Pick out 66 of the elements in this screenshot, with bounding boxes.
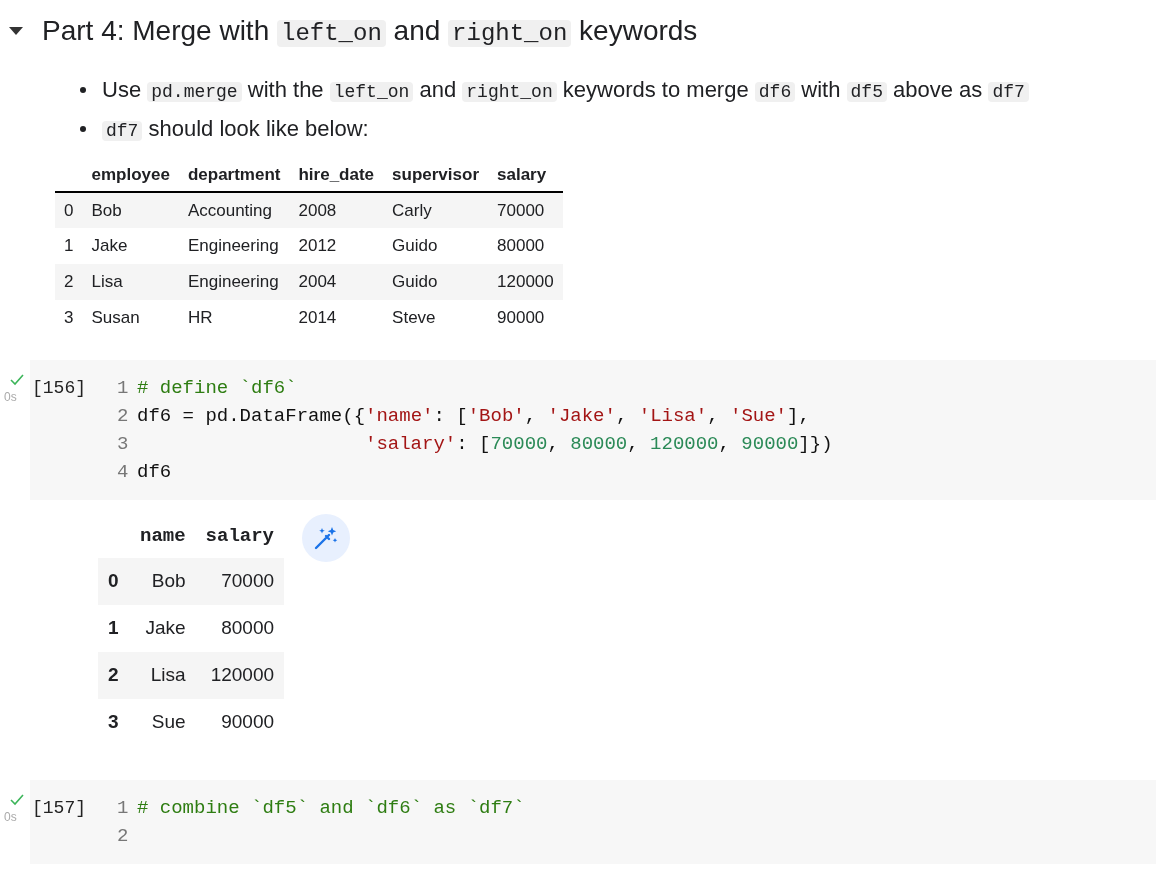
table-cell: Lisa: [150, 664, 186, 686]
column-header: hire_date: [298, 164, 375, 184]
row-index: 0: [64, 200, 74, 220]
section-heading: Part 4: Merge with left_on and right_on keywords: [42, 14, 698, 49]
row-index: 0: [108, 570, 119, 592]
table-cell: Engineering: [187, 236, 279, 256]
table-cell: Steve: [392, 308, 436, 328]
table-cell: Accounting: [187, 200, 273, 220]
code-line: # combine `df5` and `df6` as `df7`: [137, 795, 525, 821]
code-line: df6 = pd.DataFrame({'name': ['Bob', 'Jake', 'Lisa', 'Sue'],: [137, 403, 810, 429]
line-number: 3: [117, 431, 130, 457]
table-cell: Sue: [151, 711, 186, 733]
table-cell: 2004: [298, 272, 337, 292]
column-header: supervisor: [392, 164, 479, 184]
table-cell: Guido: [392, 272, 438, 292]
line-number: 2: [117, 823, 130, 849]
row-index: 2: [64, 272, 74, 292]
row-index: 1: [108, 617, 119, 639]
table-cell: 120000: [210, 664, 275, 686]
table-cell: 2014: [298, 308, 337, 328]
caret-down-icon[interactable]: [8, 26, 24, 36]
table-cell: Bob: [91, 200, 122, 220]
table-cell: Lisa: [91, 272, 123, 292]
row-index: 3: [108, 711, 119, 733]
table-cell: HR: [187, 308, 213, 328]
bullet-text: Use pd.merge with the left_on and right_on keywords to merge df6 with df5 above as df7: [102, 73, 1029, 106]
table-cell: Bob: [151, 570, 186, 592]
column-header: employee: [91, 164, 170, 184]
row-index: 2: [108, 664, 119, 686]
line-number: 1: [117, 795, 130, 821]
table-cell: 80000: [221, 617, 275, 639]
bullet-icon: [80, 86, 86, 93]
column-header: salary: [205, 524, 275, 547]
column-header: salary: [497, 164, 547, 184]
table-cell: 90000: [497, 308, 545, 328]
bullet-text: df7 should look like below:: [102, 112, 369, 145]
magic-wand-icon: [313, 525, 340, 551]
execution-count: [157]: [31, 797, 87, 820]
row-index: 1: [64, 236, 74, 256]
code-line: 'salary': [70000, 80000, 120000, 90000]}): [365, 431, 833, 457]
bullet-icon: [80, 125, 86, 132]
table-cell: Engineering: [187, 272, 279, 292]
table-cell: 70000: [221, 570, 275, 592]
line-number: 4: [117, 459, 130, 485]
table-cell: 120000: [497, 272, 554, 292]
table-cell: Jake: [91, 236, 128, 256]
table-cell: Guido: [392, 236, 438, 256]
table-cell: 2012: [298, 236, 337, 256]
table-cell: 2008: [298, 200, 337, 220]
column-header: name: [140, 524, 186, 547]
table-cell: 80000: [497, 236, 545, 256]
line-number: 2: [117, 403, 130, 429]
row-index: 3: [64, 308, 74, 328]
column-header: department: [187, 164, 281, 184]
code-line: df6: [137, 459, 172, 485]
magic-wand-button[interactable]: [302, 514, 351, 562]
table-cell: Susan: [91, 308, 140, 328]
table-cell: Jake: [145, 617, 186, 639]
run-time: 0s: [4, 809, 17, 826]
code-line: # define `df6`: [137, 375, 297, 401]
table-cell: 90000: [221, 711, 275, 733]
table-cell: Carly: [392, 200, 432, 220]
execution-count: [156]: [31, 377, 87, 400]
run-time: 0s: [4, 389, 17, 406]
table-cell: 70000: [497, 200, 545, 220]
line-number: 1: [117, 375, 130, 401]
